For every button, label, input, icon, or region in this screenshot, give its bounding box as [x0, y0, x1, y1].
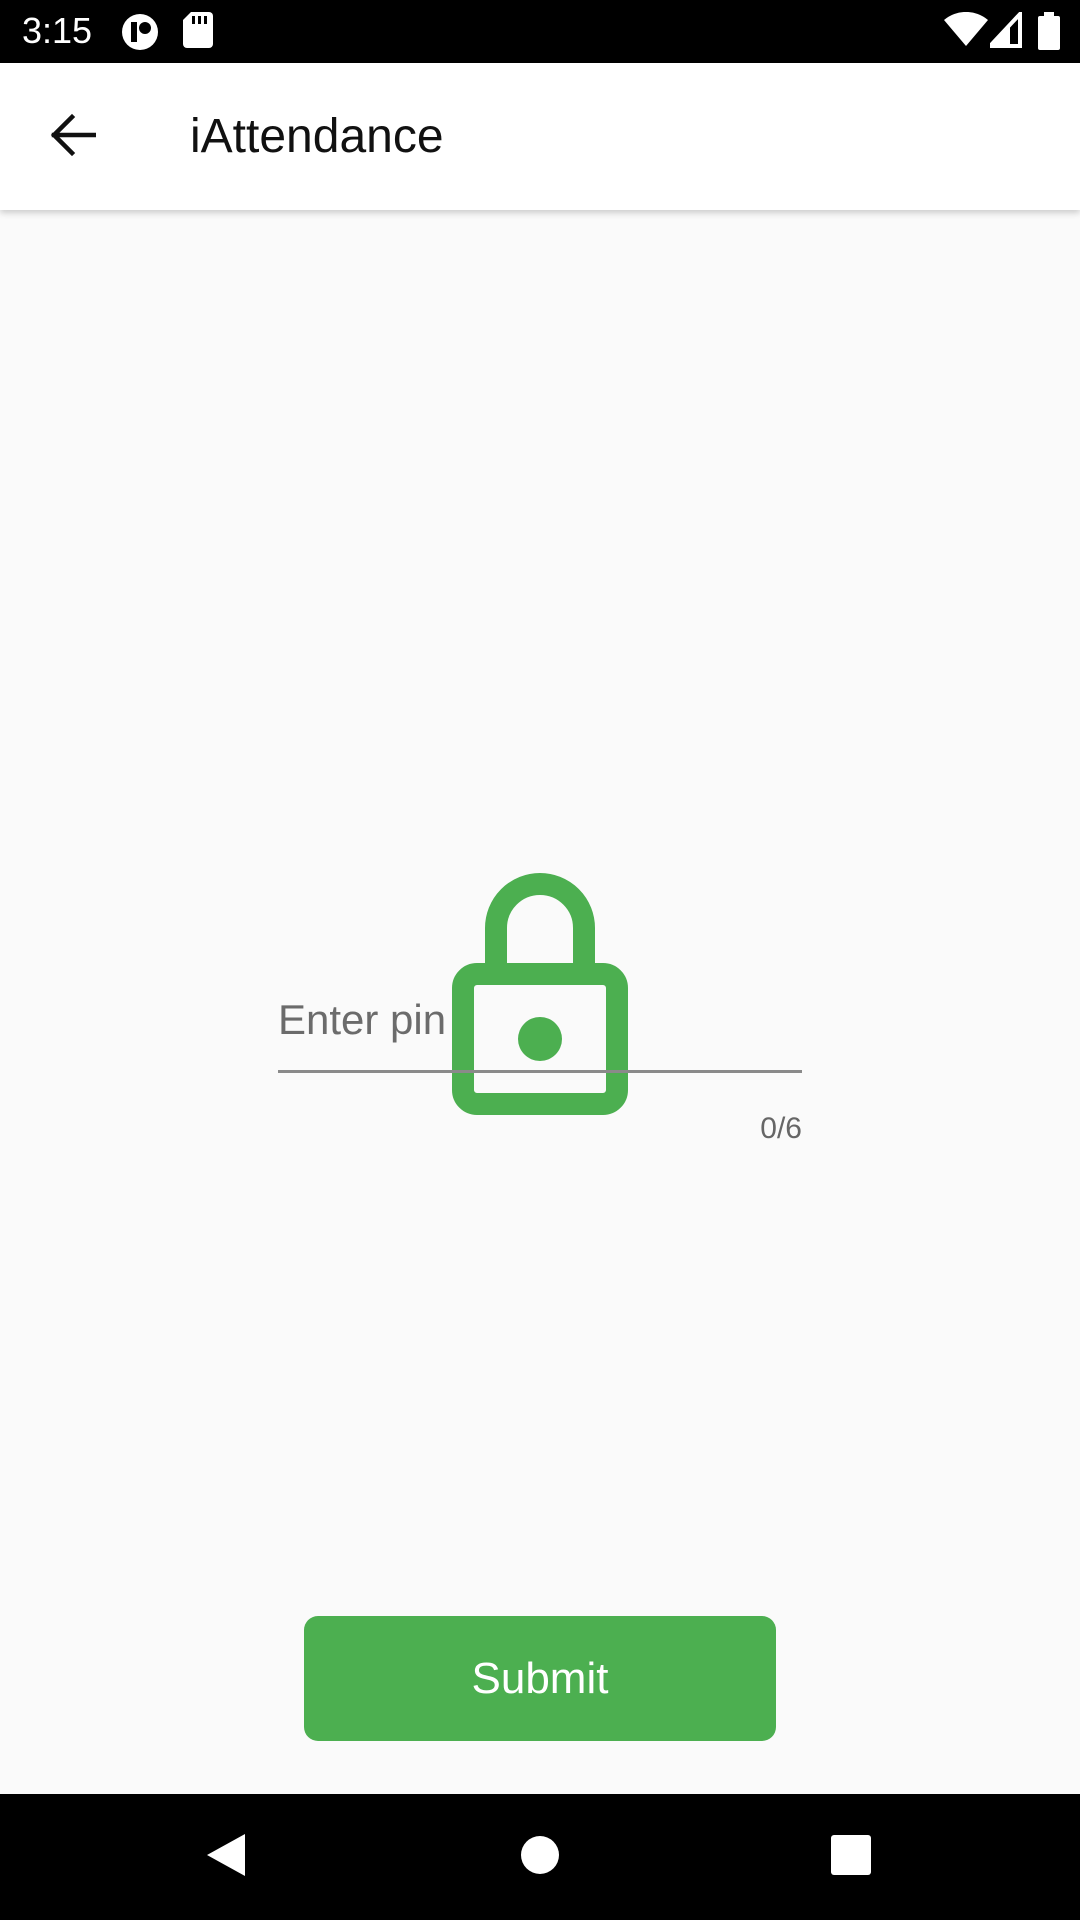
nav-back-icon	[205, 1832, 247, 1883]
status-bar: 3:15	[0, 0, 1080, 63]
system-nav-bar	[0, 1794, 1080, 1920]
notification-app-icon	[120, 12, 160, 57]
nav-back-button[interactable]	[166, 1794, 286, 1920]
status-time: 3:15	[22, 10, 93, 51]
page-title: iAttendance	[190, 110, 444, 163]
app-bar: iAttendance	[0, 63, 1080, 210]
wifi-icon	[944, 11, 988, 53]
pin-field[interactable]	[278, 970, 802, 1080]
signal-icon	[985, 8, 1022, 53]
main-content: 0/6 Submit	[0, 210, 1080, 1794]
back-button[interactable]	[34, 99, 110, 175]
nav-home-button[interactable]	[480, 1794, 600, 1920]
sd-card-icon	[183, 12, 213, 53]
pin-input[interactable]	[278, 970, 802, 1070]
submit-button[interactable]: Submit	[304, 1616, 776, 1741]
nav-recents-button[interactable]	[791, 1794, 911, 1920]
pin-character-counter: 0/6	[760, 1112, 802, 1145]
pin-underline	[278, 1070, 802, 1073]
nav-home-icon	[520, 1835, 560, 1880]
arrow-back-icon	[48, 113, 97, 162]
battery-icon	[1038, 12, 1060, 55]
nav-recents-icon	[831, 1834, 871, 1880]
